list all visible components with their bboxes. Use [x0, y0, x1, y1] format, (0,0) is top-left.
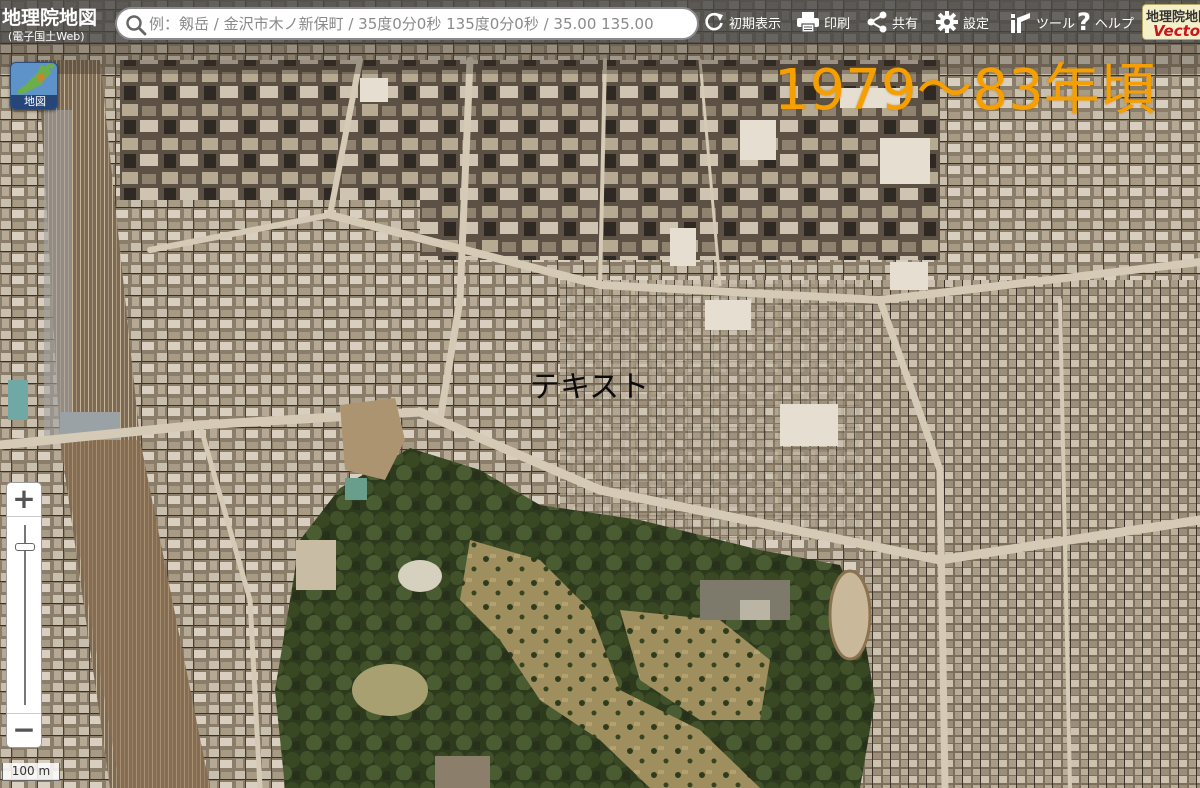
refresh-icon [705, 12, 723, 31]
reset-view-button[interactable]: 初期表示 [703, 0, 781, 44]
zoom-out-button[interactable]: − [7, 713, 41, 747]
settings-button[interactable]: 設定 [935, 0, 989, 44]
search-icon [126, 15, 147, 36]
vector-badge[interactable]: 地理院地図 Vector [1142, 4, 1200, 40]
reset-view-label: 初期表示 [729, 16, 782, 32]
help-button[interactable]: ? ヘルプ [1077, 0, 1134, 44]
layer-list-label: 地図 [11, 95, 57, 109]
zoom-slider-track[interactable] [24, 525, 26, 705]
help-label: ヘルプ [1094, 16, 1134, 32]
zoom-slider-handle[interactable] [15, 543, 35, 551]
logo-subtitle: (電子国土Web) [8, 30, 85, 43]
vector-badge-label: Vector [1153, 22, 1200, 40]
help-icon: ? [1077, 8, 1091, 36]
zoom-control: + − [6, 482, 42, 748]
tools-label: ツール [1036, 16, 1076, 32]
app-logo[interactable]: 地理院地図 (電子国土Web) [2, 3, 110, 43]
settings-label: 設定 [963, 16, 990, 32]
print-label: 印刷 [824, 16, 851, 32]
logo-title: 地理院地図 [2, 7, 98, 29]
header-bar: 地理院地図 (電子国土Web) 初期表示 印刷 [0, 0, 1200, 44]
tool-icon [1011, 13, 1030, 33]
printer-icon [797, 12, 819, 33]
share-label: 共有 [892, 16, 919, 32]
map-text-annotation[interactable]: テキスト [530, 362, 649, 406]
tools-button[interactable]: ツール [1008, 0, 1075, 44]
scale-bar: 100 m [2, 763, 60, 781]
layer-list-button[interactable]: 地図 [10, 62, 58, 110]
japan-map-icon [11, 63, 57, 97]
search-input[interactable] [149, 12, 695, 36]
era-label: 1979〜83年頃 [774, 58, 1156, 123]
print-button[interactable]: 印刷 [796, 0, 850, 44]
share-icon [867, 11, 887, 33]
search-box[interactable] [115, 7, 699, 40]
zoom-in-button[interactable]: + [7, 483, 41, 517]
gear-icon [936, 11, 958, 33]
share-button[interactable]: 共有 [866, 0, 918, 44]
